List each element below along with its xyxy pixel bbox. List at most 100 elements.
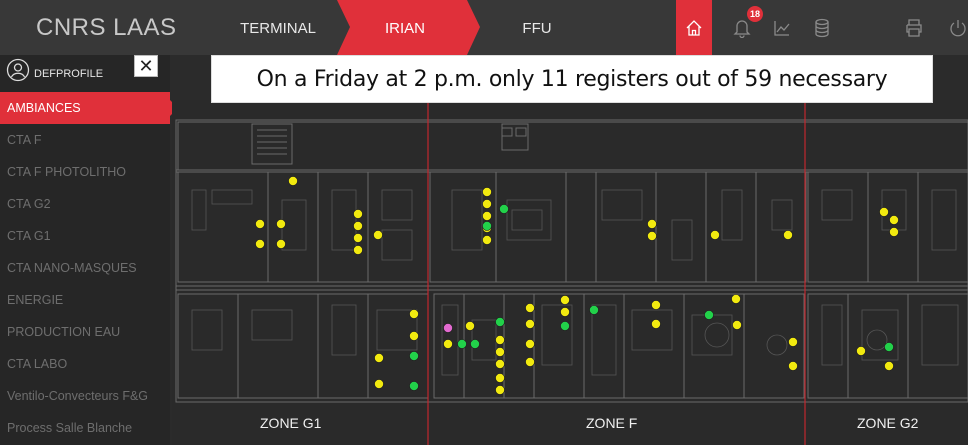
printer-icon — [906, 18, 922, 37]
notification-badge: 18 — [747, 6, 763, 22]
sensor-marker[interactable] — [255, 239, 265, 249]
sensor-marker[interactable] — [443, 339, 453, 349]
zone-label-g1: ZONE G1 — [260, 415, 322, 431]
home-icon — [686, 19, 702, 36]
user-icon[interactable] — [6, 58, 30, 82]
sidebar: DEFPROFILE ✕ AMBIANCES CTA F CTA F PHOTO… — [0, 55, 178, 445]
sensor-marker[interactable] — [482, 211, 492, 221]
sensor-marker[interactable] — [788, 361, 798, 371]
sensor-marker[interactable] — [710, 230, 720, 240]
sensor-marker[interactable] — [409, 309, 419, 319]
sidebar-item-process-salle-blanche[interactable]: Process Salle Blanche — [0, 412, 170, 444]
sensor-marker[interactable] — [482, 187, 492, 197]
sensor-marker[interactable] — [525, 303, 535, 313]
sensor-marker[interactable] — [560, 321, 570, 331]
sensor-marker[interactable] — [409, 331, 419, 341]
sidebar-item-ambiances[interactable]: AMBIANCES — [0, 92, 178, 124]
sensor-marker[interactable] — [651, 300, 661, 310]
sensor-marker[interactable] — [560, 307, 570, 317]
trend-chart-icon — [774, 20, 790, 36]
sensor-marker[interactable] — [457, 339, 467, 349]
sensor-marker[interactable] — [255, 219, 265, 229]
sidebar-item-cta-f-photolitho[interactable]: CTA F PHOTOLITHO — [0, 156, 170, 188]
sensor-marker[interactable] — [788, 337, 798, 347]
sensor-marker[interactable] — [495, 359, 505, 369]
profile-header: DEFPROFILE ✕ — [0, 55, 170, 88]
sidebar-item-ventilo-convecteurs[interactable]: Ventilo-Convecteurs F&G — [0, 380, 170, 412]
sensor-marker[interactable] — [704, 310, 714, 320]
sensor-marker[interactable] — [495, 347, 505, 357]
floor-plan-drawing — [175, 100, 968, 445]
sensor-marker[interactable] — [353, 209, 363, 219]
sidebar-menu: AMBIANCES CTA F CTA F PHOTOLITHO CTA G2 … — [0, 92, 178, 444]
sensor-marker[interactable] — [470, 339, 480, 349]
power-button[interactable] — [940, 0, 968, 55]
sensor-marker[interactable] — [353, 233, 363, 243]
sidebar-item-cta-g1[interactable]: CTA G1 — [0, 220, 170, 252]
sensor-marker[interactable] — [495, 335, 505, 345]
sidebar-item-cta-g2[interactable]: CTA G2 — [0, 188, 170, 220]
sensor-marker[interactable] — [879, 207, 889, 217]
sensor-marker[interactable] — [889, 227, 899, 237]
sensor-marker[interactable] — [732, 320, 742, 330]
sensor-marker[interactable] — [353, 245, 363, 255]
sidebar-item-energie[interactable]: ENERGIE — [0, 284, 170, 316]
sensor-marker[interactable] — [482, 221, 492, 231]
annotation-banner: On a Friday at 2 p.m. only 11 registers … — [211, 55, 933, 103]
tab-terminal[interactable]: TERMINAL — [228, 0, 328, 55]
sidebar-item-cta-labo[interactable]: CTA LABO — [0, 348, 170, 380]
sensor-marker[interactable] — [889, 215, 899, 225]
sensor-marker[interactable] — [884, 342, 894, 352]
sensor-marker[interactable] — [482, 199, 492, 209]
power-icon — [950, 19, 966, 36]
print-button[interactable] — [896, 0, 932, 55]
database-button[interactable] — [804, 0, 840, 55]
sensor-marker[interactable] — [409, 351, 419, 361]
sensor-marker[interactable] — [884, 361, 894, 371]
sensor-marker[interactable] — [288, 176, 298, 186]
zone-separators — [427, 100, 806, 445]
sensor-marker[interactable] — [276, 239, 286, 249]
sensor-marker[interactable] — [525, 339, 535, 349]
sensor-marker[interactable] — [353, 221, 363, 231]
home-button[interactable] — [676, 0, 712, 55]
database-icon — [815, 18, 829, 37]
sensor-marker[interactable] — [589, 305, 599, 315]
tab-ffu[interactable]: FFU — [487, 0, 587, 55]
close-icon: ✕ — [138, 56, 154, 76]
sensor-marker[interactable] — [495, 317, 505, 327]
sensor-marker[interactable] — [443, 323, 453, 333]
sensor-marker[interactable] — [374, 353, 384, 363]
sensor-marker[interactable] — [499, 204, 509, 214]
sidebar-item-cta-nano-masques[interactable]: CTA NANO-MASQUES — [0, 252, 170, 284]
bell-icon — [733, 19, 751, 38]
sensor-marker[interactable] — [465, 321, 475, 331]
sensor-marker[interactable] — [495, 373, 505, 383]
sidebar-item-cta-f[interactable]: CTA F — [0, 124, 170, 156]
top-bar: CNRS LAAS TERMINAL IRIAN FFU 18 — [0, 0, 968, 55]
sensor-marker[interactable] — [651, 319, 661, 329]
sensor-marker[interactable] — [373, 230, 383, 240]
sensor-marker[interactable] — [856, 346, 866, 356]
sensor-marker[interactable] — [783, 230, 793, 240]
sensor-marker[interactable] — [482, 235, 492, 245]
sensor-marker[interactable] — [647, 219, 657, 229]
sensor-marker[interactable] — [525, 357, 535, 367]
sensor-marker[interactable] — [731, 294, 741, 304]
sensor-marker[interactable] — [409, 381, 419, 391]
app-brand: CNRS LAAS — [36, 14, 177, 41]
sidebar-item-production-eau[interactable]: PRODUCTION EAU — [0, 316, 170, 348]
zone-label-f: ZONE F — [586, 415, 638, 431]
sensor-marker[interactable] — [647, 231, 657, 241]
sensor-marker[interactable] — [374, 379, 384, 389]
sensor-marker[interactable] — [560, 295, 570, 305]
trends-button[interactable] — [764, 0, 800, 55]
zone-label-g2: ZONE G2 — [857, 415, 919, 431]
sensor-marker[interactable] — [495, 385, 505, 395]
tab-irian[interactable]: IRIAN — [350, 0, 460, 55]
floor-plan: ZONE G1 ZONE F ZONE G2 — [172, 100, 968, 445]
sensor-marker[interactable] — [276, 219, 286, 229]
sensor-marker[interactable] — [525, 319, 535, 329]
close-sidebar-button[interactable]: ✕ — [134, 55, 158, 77]
profile-name: DEFPROFILE — [34, 68, 104, 80]
